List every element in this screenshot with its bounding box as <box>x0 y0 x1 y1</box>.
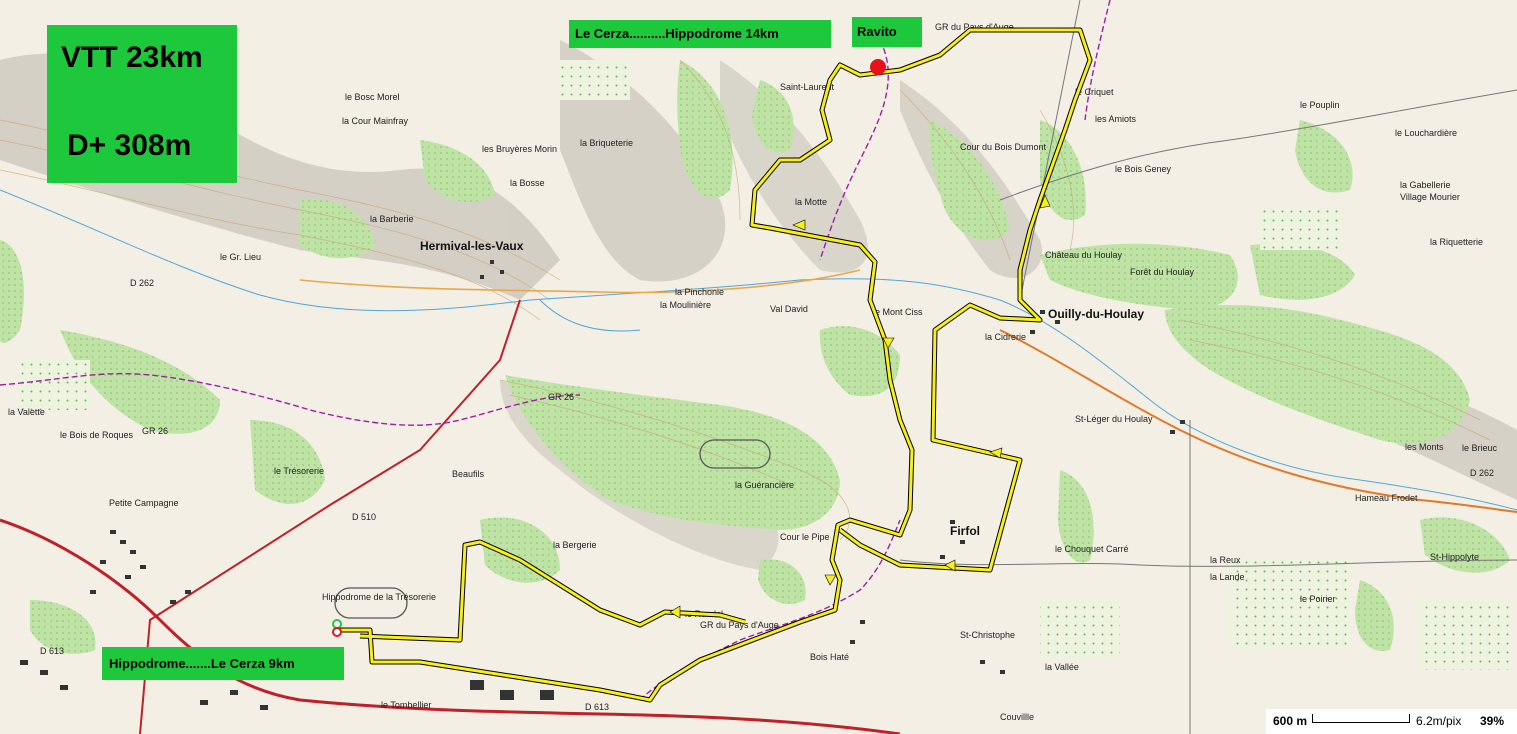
place-label: le Trésorerie <box>274 466 324 476</box>
road-label: D 510 <box>352 512 376 522</box>
route-summary-box: VTT 23km D+ 308m <box>47 25 237 183</box>
place-label: la Bosse <box>510 178 545 188</box>
scale-resolution: 6.2m/pix <box>1416 714 1462 728</box>
place-label: Château du Houlay <box>1045 250 1123 260</box>
place-label: St-Hippolyte <box>1430 552 1479 562</box>
place-label: Village Mourier <box>1400 192 1460 202</box>
place-label: la Moulinière <box>660 300 711 310</box>
place-label: Val David <box>770 304 808 314</box>
ravito-label: Ravito <box>852 17 922 47</box>
segment-label-cerza-hippodrome: Le Cerza..........Hippodrome 14km <box>569 20 831 48</box>
place-label: la Barberie <box>370 214 414 224</box>
place-label: le Gr. Lieu <box>220 252 261 262</box>
place-label: le Chouquet Carré <box>1055 544 1129 554</box>
place-label: le Brieuc <box>1462 443 1498 453</box>
road-label: D 262 <box>130 278 154 288</box>
place-label: la Riquetterie <box>1430 237 1483 247</box>
elevation-label: D+ 308m <box>67 129 192 162</box>
place-label: les Monts <box>1405 442 1444 452</box>
place-label: le Poirier <box>1300 594 1336 604</box>
place-label: le Louchardière <box>1395 128 1457 138</box>
gr-label: GR 26 <box>142 426 168 436</box>
place-label: le Pouplin <box>1300 100 1340 110</box>
segment-label-hippodrome-cerza: Hippodrome.......Le Cerza 9km <box>102 647 344 680</box>
place-label: le Bosc Morel <box>345 92 400 102</box>
place-label: Beaufils <box>452 469 485 479</box>
scale-distance: 600 m <box>1273 714 1308 728</box>
place-label: la Gabellerie <box>1400 180 1451 190</box>
place-label: la Briqueterie <box>580 138 633 148</box>
place-label: Hermival-les-Vaux <box>420 239 524 253</box>
place-label: le Bois de Roques <box>60 430 134 440</box>
place-label: St-Léger du Houlay <box>1075 414 1153 424</box>
place-label: Forêt du Houlay <box>1130 267 1195 277</box>
place-label: Hameau Frodet <box>1355 493 1418 503</box>
road-label: D 613 <box>40 646 64 656</box>
place-label: Cour le Pipe <box>780 532 830 542</box>
distance-label: VTT 23km <box>61 41 203 74</box>
place-label: la Valette <box>8 407 45 417</box>
place-label: le Tombellier <box>381 700 431 710</box>
gr-label: GR 26 <box>548 392 574 402</box>
place-label: Bois Haté <box>810 652 849 662</box>
place-label: la Guérancière <box>735 480 794 490</box>
place-label: la Cidrerie <box>985 332 1026 342</box>
place-label: Hippodrome de la Trésorerie <box>322 592 436 602</box>
place-label: St-Christophe <box>960 630 1015 640</box>
place-label: la Reux <box>1210 555 1241 565</box>
road-label: D 262 <box>1470 468 1494 478</box>
place-label: le Bois Geney <box>1115 164 1172 174</box>
place-label: la Lande <box>1210 572 1245 582</box>
place-label: Couvillle <box>1000 712 1034 722</box>
scale-bar: 600 m 6.2m/pix 39% <box>1266 709 1517 734</box>
place-label: Ouilly-du-Houlay <box>1048 307 1144 321</box>
place-label: Cour du Bois Dumont <box>960 142 1047 152</box>
place-label: la Vallée <box>1045 662 1079 672</box>
place-label: Petite Campagne <box>109 498 179 508</box>
place-label: les Bruyères Morin <box>482 144 557 154</box>
scale-ruler <box>1312 714 1410 723</box>
zoom-level: 39% <box>1480 714 1505 728</box>
place-label: la Motte <box>795 197 827 207</box>
place-label: la Pinchonie <box>675 287 724 297</box>
place-label: la Bergerie <box>553 540 597 550</box>
place-label: Firfol <box>950 524 980 538</box>
start-finish-marker[interactable] <box>332 619 342 637</box>
road-label: D 613 <box>585 702 609 712</box>
place-label: le Mont Ciss <box>873 307 923 317</box>
topo-map[interactable]: Hermival-les-Vaux Ouilly-du-Houlay Firfo… <box>0 0 1517 734</box>
place-label: la Cour Mainfray <box>342 116 409 126</box>
place-label: les Amiots <box>1095 114 1137 124</box>
ravito-marker[interactable] <box>870 59 886 75</box>
